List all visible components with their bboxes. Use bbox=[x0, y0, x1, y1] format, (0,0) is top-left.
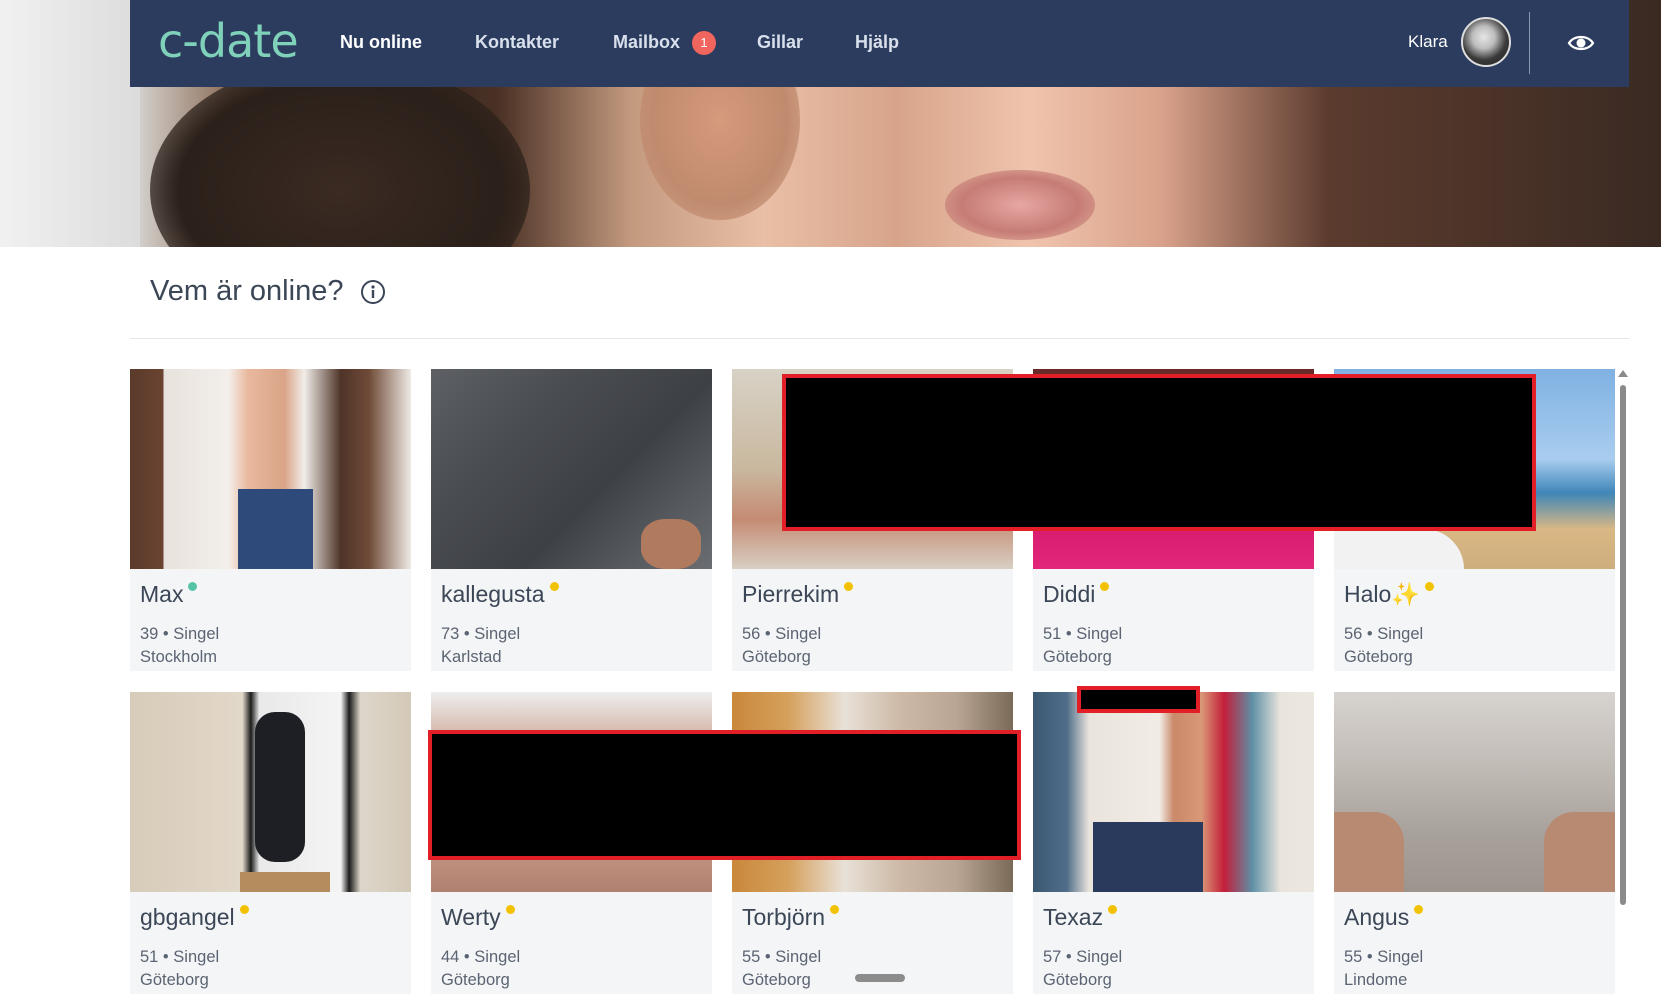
profile-age-status: 57 • Singel bbox=[1043, 948, 1123, 966]
profile-name: Werty bbox=[441, 904, 501, 930]
profile-age-status: 55 • Singel bbox=[742, 948, 822, 966]
profile-photo[interactable] bbox=[431, 369, 712, 569]
top-navbar: c-date Nu online Kontakter Mailbox 1 Gil… bbox=[130, 0, 1629, 87]
recent-status-dot bbox=[844, 582, 854, 591]
profile-age-status: 55 • Singel bbox=[1344, 948, 1424, 966]
recent-status-dot bbox=[1424, 582, 1434, 591]
profile-age-status: 39 • Singel bbox=[140, 625, 220, 643]
profile-name: Texaz bbox=[1043, 904, 1104, 930]
user-avatar[interactable] bbox=[1461, 17, 1511, 67]
profile-age-status: 56 • Singel bbox=[742, 625, 822, 643]
profile-name: Diddi bbox=[1043, 581, 1096, 607]
recent-status-dot bbox=[1100, 582, 1110, 591]
profile-city: Göteborg bbox=[1043, 971, 1112, 989]
redaction-box bbox=[1077, 686, 1200, 713]
profile-name: kallegusta bbox=[441, 581, 545, 607]
nav-divider bbox=[1529, 12, 1530, 74]
bottom-drag-handle[interactable] bbox=[855, 974, 905, 982]
recent-status-dot bbox=[1414, 905, 1424, 914]
section-divider bbox=[130, 338, 1629, 339]
profile-age-status: 73 • Singel bbox=[441, 625, 521, 643]
c-date-logo[interactable]: c-date bbox=[158, 14, 299, 68]
online-status-dot bbox=[188, 582, 198, 591]
profile-photo[interactable] bbox=[130, 369, 411, 569]
section-title: Vem är online? bbox=[150, 275, 344, 307]
nav-item-gillar[interactable]: Gillar bbox=[757, 32, 803, 53]
profile-photo[interactable] bbox=[1033, 692, 1314, 892]
recent-status-dot bbox=[505, 905, 515, 914]
profile-age-status: 51 • Singel bbox=[1043, 625, 1123, 643]
info-icon[interactable] bbox=[360, 279, 386, 305]
recent-status-dot bbox=[549, 582, 559, 591]
recent-status-dot bbox=[1108, 905, 1118, 914]
nav-item-kontakter[interactable]: Kontakter bbox=[475, 32, 559, 53]
nav-item-hjalp[interactable]: Hjälp bbox=[855, 32, 899, 53]
profile-card[interactable]: gbgangel 51 • Singel Göteborg bbox=[130, 692, 411, 994]
profile-city: Göteborg bbox=[140, 971, 209, 989]
scroll-up-arrow-icon[interactable] bbox=[1618, 370, 1628, 377]
nav-item-nu-online[interactable]: Nu online bbox=[340, 32, 422, 53]
recent-status-dot bbox=[830, 905, 840, 914]
scrollbar-thumb[interactable] bbox=[1620, 385, 1626, 905]
profile-card[interactable]: Max 39 • Singel Stockholm bbox=[130, 369, 411, 671]
redaction-box bbox=[428, 730, 1021, 860]
profile-name: Halo✨ bbox=[1344, 581, 1420, 607]
profile-city: Stockholm bbox=[140, 648, 218, 666]
profile-age-status: 56 • Singel bbox=[1344, 625, 1424, 643]
recent-status-dot bbox=[239, 905, 249, 914]
profile-name: gbgangel bbox=[140, 904, 235, 930]
profile-card[interactable]: Angus 55 • Singel Lindome bbox=[1334, 692, 1615, 994]
page: c-date Nu online Kontakter Mailbox 1 Gil… bbox=[0, 0, 1661, 998]
user-name[interactable]: Klara bbox=[1408, 32, 1448, 52]
profile-city: Lindome bbox=[1344, 971, 1408, 989]
profile-city: Göteborg bbox=[742, 648, 811, 666]
eye-icon[interactable] bbox=[1566, 28, 1596, 58]
profile-photo[interactable] bbox=[130, 692, 411, 892]
mailbox-unread-badge: 1 bbox=[692, 31, 716, 55]
profile-name: Torbjörn bbox=[742, 904, 826, 930]
profile-city: Göteborg bbox=[1043, 648, 1112, 666]
profile-card[interactable]: Texaz 57 • Singel Göteborg bbox=[1033, 692, 1314, 994]
profile-card[interactable]: kallegusta 73 • Singel Karlstad bbox=[431, 369, 712, 671]
profile-name: Pierrekim bbox=[742, 581, 840, 607]
profile-age-status: 51 • Singel bbox=[140, 948, 220, 966]
profile-name: Max bbox=[140, 581, 184, 607]
redaction-box bbox=[782, 374, 1536, 531]
profile-name: Angus bbox=[1344, 904, 1410, 930]
profile-city: Karlstad bbox=[441, 648, 502, 666]
profile-photo[interactable] bbox=[1334, 692, 1615, 892]
profile-city: Göteborg bbox=[742, 971, 811, 989]
profile-age-status: 44 • Singel bbox=[441, 948, 521, 966]
nav-item-mailbox[interactable]: Mailbox bbox=[613, 32, 680, 53]
profile-city: Göteborg bbox=[1344, 648, 1413, 666]
profile-city: Göteborg bbox=[441, 971, 510, 989]
